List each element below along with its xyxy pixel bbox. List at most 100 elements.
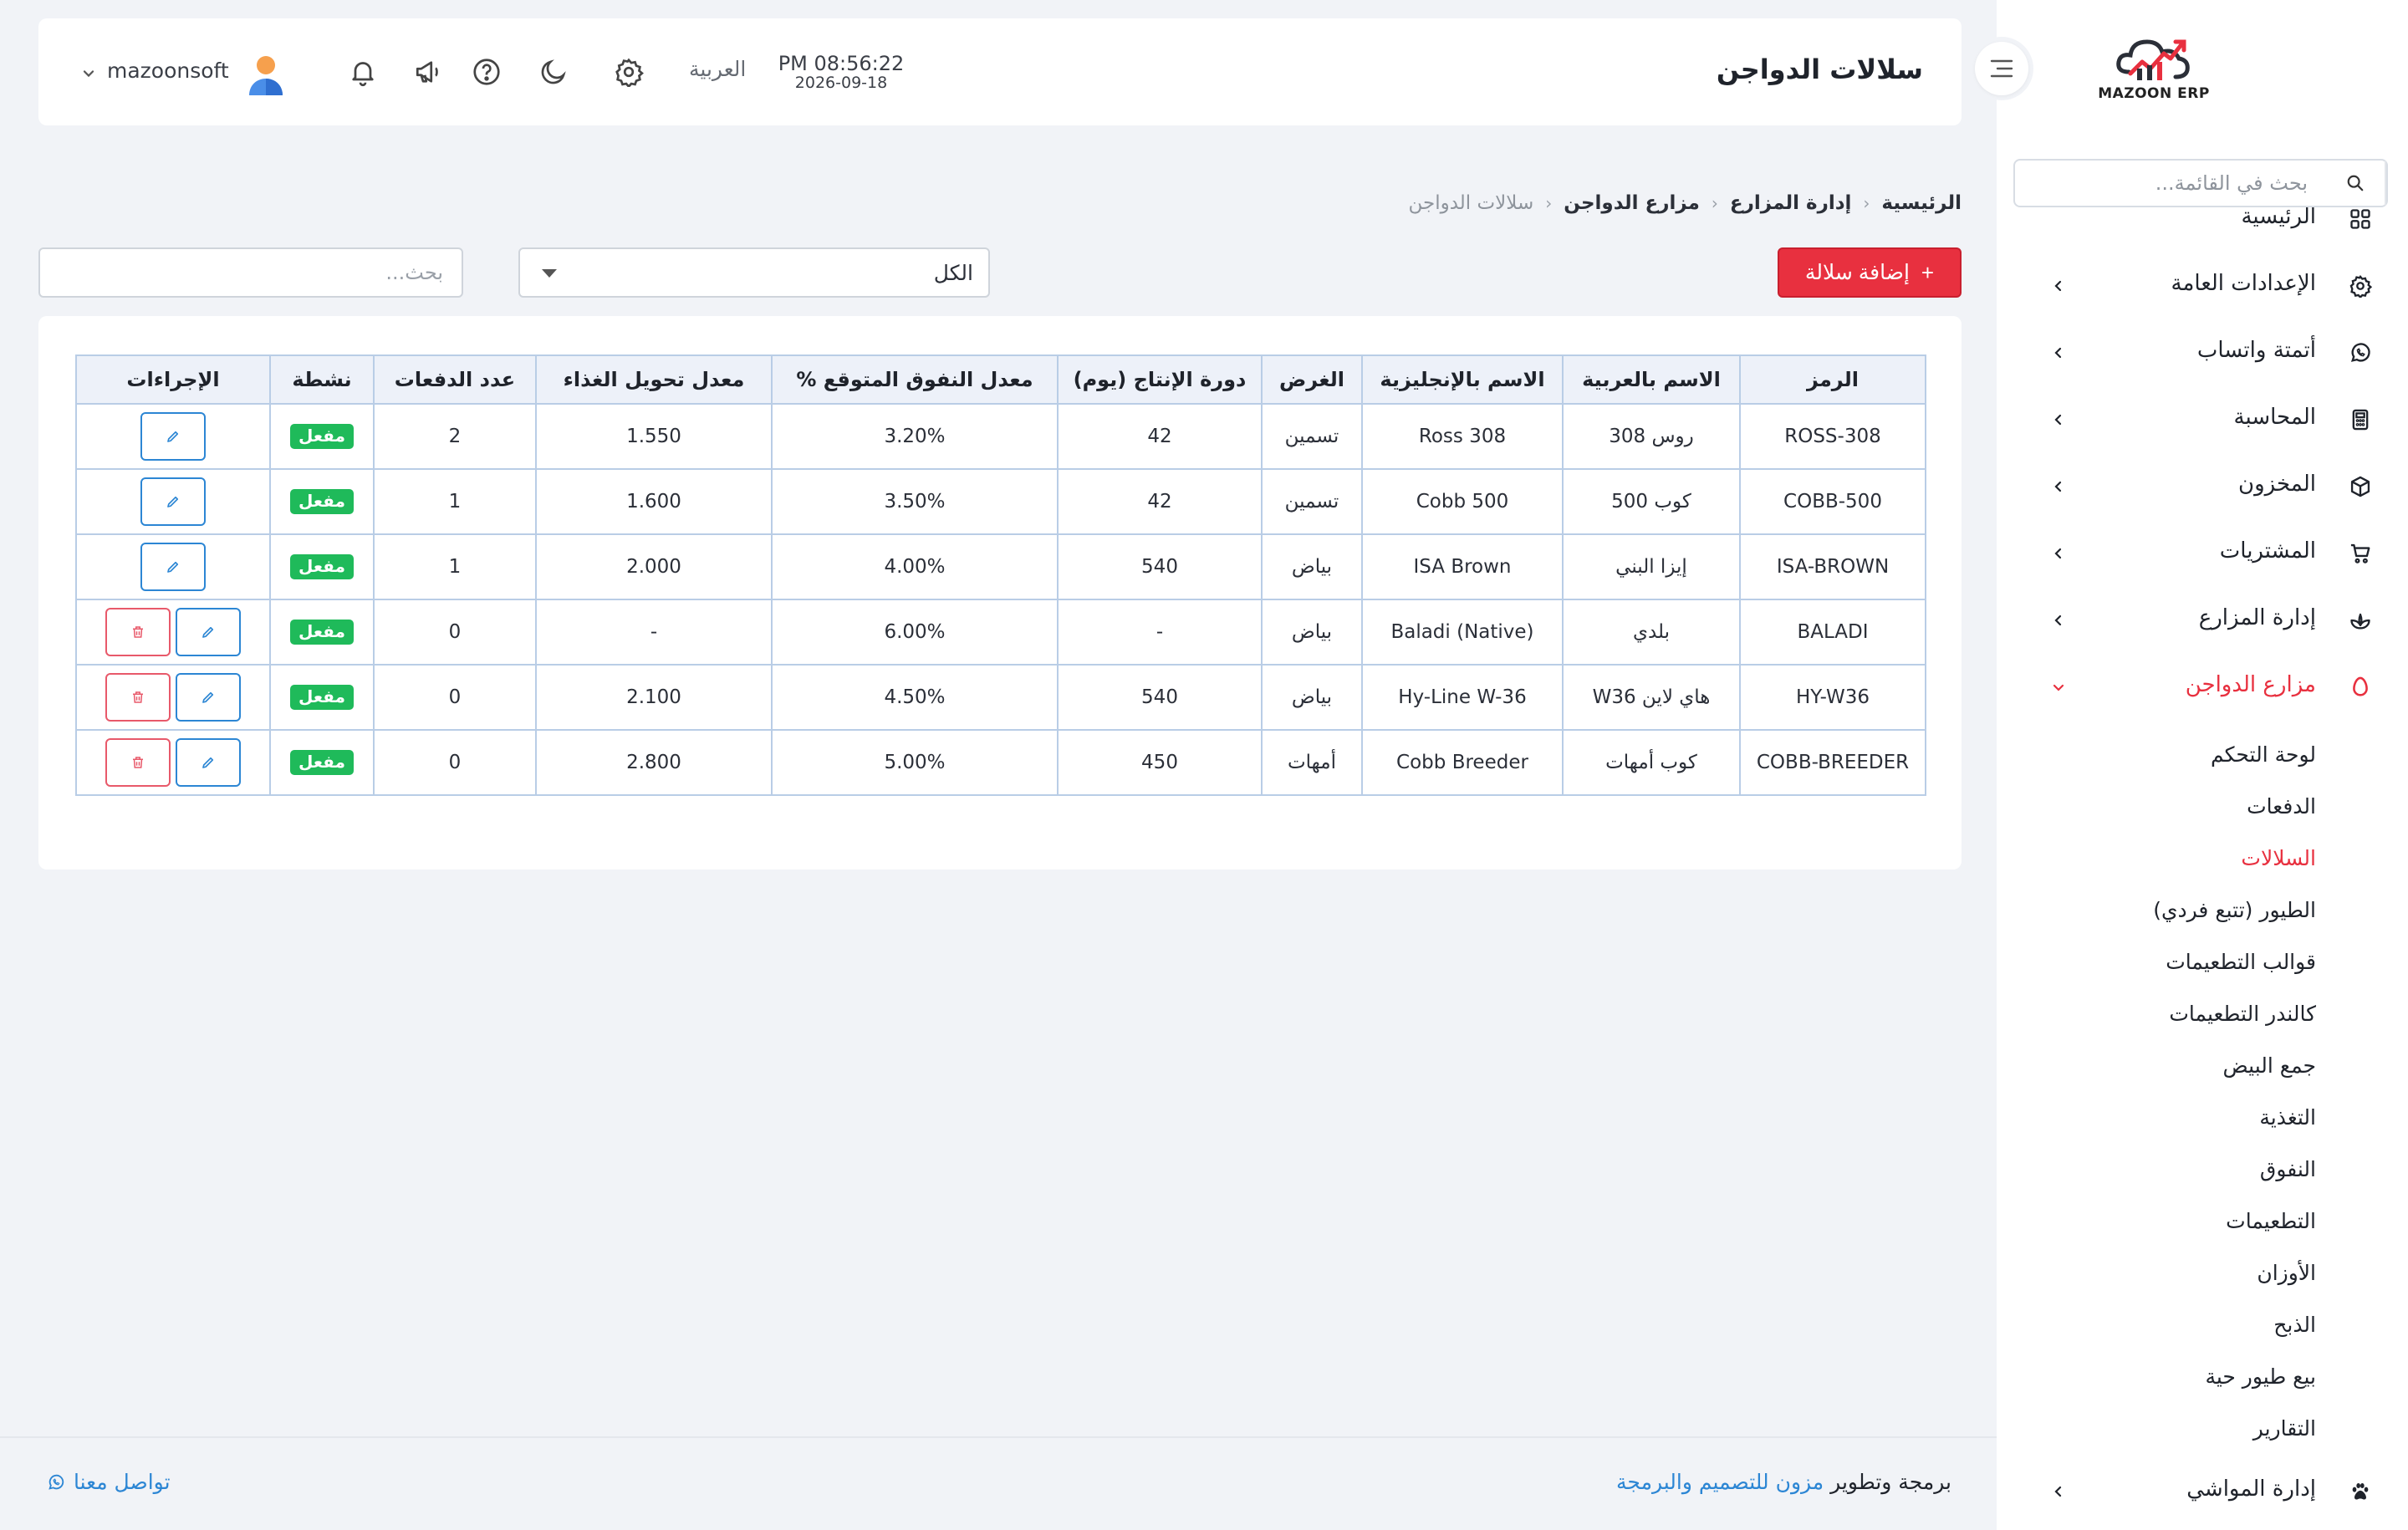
cell-batches: 1 — [373, 468, 537, 535]
chevron-down-icon — [2048, 677, 2069, 697]
chevron-left-icon — [2048, 343, 2069, 363]
notifications-bell-icon[interactable] — [346, 55, 380, 89]
cell-cycle: - — [1057, 599, 1263, 666]
column-header[interactable]: دورة الإنتاج (يوم) — [1057, 354, 1263, 405]
pencil-icon — [166, 429, 181, 444]
sidebar-item-livestock[interactable]: إدارة المواشي — [1997, 1461, 2408, 1507]
user-avatar[interactable] — [246, 54, 286, 97]
cell-code[interactable]: COBB-500 — [1739, 468, 1926, 535]
subitem-mortality[interactable]: النفوق — [2260, 1157, 2316, 1181]
subitem-egg-collection[interactable]: جمع البيض — [2223, 1053, 2316, 1078]
subitem-batches[interactable]: الدفعات — [2247, 794, 2316, 819]
delete-button[interactable] — [105, 608, 171, 656]
edit-button[interactable] — [140, 477, 206, 526]
sidebar-item-poultry-farms[interactable]: مزارع الدواجن — [1997, 657, 2408, 717]
footer-divider — [0, 1436, 1997, 1438]
table-search-input[interactable] — [38, 247, 463, 298]
edit-button[interactable] — [140, 543, 206, 591]
sidebar-item-general-settings[interactable]: الإعدادات العامة — [1997, 256, 2408, 316]
cell-code[interactable]: HY-W36 — [1739, 664, 1926, 731]
subitem-weights[interactable]: الأوزان — [2257, 1261, 2316, 1285]
cell-name-ar: كوب أمهات — [1562, 729, 1741, 796]
cell-fcr: 2.100 — [535, 664, 773, 731]
add-breed-label: إضافة سلالة — [1804, 261, 1910, 284]
subitem-birds-tracking[interactable]: الطيور (تتبع فردي) — [2153, 898, 2316, 922]
delete-button[interactable] — [105, 673, 171, 722]
cell-mortality: 4.00% — [771, 533, 1059, 600]
subitem-feeding[interactable]: التغذية — [2259, 1105, 2316, 1130]
logo-text: MAZOON ERP — [2098, 85, 2210, 102]
cell-fcr: 2.000 — [535, 533, 773, 600]
sidebar-toggle-button[interactable] — [1970, 37, 2033, 100]
cell-code[interactable]: BALADI — [1739, 599, 1926, 666]
dark-mode-moon-icon[interactable] — [537, 55, 570, 89]
clock-time: PM 08:56:22 — [778, 52, 905, 75]
subitem-reports[interactable]: التقارير — [2253, 1416, 2316, 1441]
language-switcher[interactable]: العربية — [689, 57, 746, 81]
breeds-table-card: الرمز الاسم بالعربية الاسم بالإنجليزية ا… — [38, 316, 1962, 870]
paw-icon — [2348, 1479, 2373, 1504]
column-header[interactable]: الغرض — [1261, 354, 1363, 405]
breadcrumb-current: سلالات الدواجن — [1408, 192, 1534, 214]
column-header[interactable]: معدل النفوق المتوقع % — [771, 354, 1059, 405]
trash-icon — [130, 754, 145, 771]
subitem-dashboard[interactable]: لوحة التحكم — [2211, 742, 2316, 767]
cell-actions — [75, 729, 271, 796]
breadcrumb-poultry-farms[interactable]: مزارع الدواجن — [1564, 192, 1700, 214]
cell-code[interactable]: ISA-BROWN — [1739, 533, 1926, 600]
cell-name-en: Ross 308 — [1361, 403, 1564, 470]
delete-button[interactable] — [105, 738, 171, 787]
column-header[interactable]: معدل تحويل الغذاء — [535, 354, 773, 405]
sidebar-search-input[interactable] — [2015, 161, 2326, 206]
table-row: ISA-BROWN إيزا البني ISA Brown بياض 540 4.00%… — [75, 533, 1926, 600]
sidebar-item-home[interactable]: الرئيسية — [1997, 207, 2408, 249]
column-header[interactable]: الاسم بالعربية — [1562, 354, 1741, 405]
contact-us-link[interactable]: تواصل معنا — [47, 1470, 171, 1494]
table-row: COBB-BREEDER كوب أمهات Cobb Breeder أمهات 45… — [75, 729, 1926, 796]
edit-button[interactable] — [176, 608, 241, 656]
column-header: الإجراءات — [75, 354, 271, 405]
search-icon[interactable] — [2326, 161, 2386, 206]
edit-button[interactable] — [176, 738, 241, 787]
column-header[interactable]: الاسم بالإنجليزية — [1361, 354, 1564, 405]
sidebar-item-label: مزارع الدواجن — [2185, 672, 2316, 697]
edit-button[interactable] — [176, 673, 241, 722]
subitem-live-bird-sales[interactable]: بيع طيور حية — [2205, 1364, 2316, 1389]
subitem-breeds[interactable]: السلالات — [2241, 846, 2316, 870]
cell-status: مفعل — [269, 533, 375, 600]
subitem-vaccination-templates[interactable]: قوالب التطعيمات — [2166, 950, 2316, 974]
sidebar-item-inventory[interactable]: المخزون — [1997, 456, 2408, 517]
subitem-vaccination-calendar[interactable]: كالندر التطعيمات — [2169, 1002, 2316, 1026]
settings-gear-icon[interactable] — [612, 55, 645, 89]
column-header[interactable]: الرمز — [1739, 354, 1926, 405]
sidebar-item-purchases[interactable]: المشتريات — [1997, 523, 2408, 584]
cell-code[interactable]: COBB-BREEDER — [1739, 729, 1926, 796]
brand-logo[interactable]: MAZOON ERP — [2080, 32, 2227, 115]
filter-selected-value: الكل — [933, 261, 973, 285]
subitem-vaccinations[interactable]: التطعيمات — [2226, 1209, 2316, 1233]
help-question-icon[interactable] — [470, 55, 503, 89]
sidebar-item-accounting[interactable]: المحاسبة — [1997, 390, 2408, 450]
announcement-megaphone-icon[interactable] — [411, 55, 445, 89]
column-header[interactable]: عدد الدفعات — [373, 354, 537, 405]
user-name[interactable]: mazoonsoft — [107, 59, 229, 83]
cell-mortality: 5.00% — [771, 729, 1059, 796]
table-row: HY-W36 هاي لاين W36 Hy-Line W-36 بياض 540 4.5… — [75, 664, 1926, 731]
add-breed-button[interactable]: + إضافة سلالة — [1778, 247, 1962, 298]
chevron-left-icon — [2048, 276, 2069, 296]
footer-brand-link[interactable]: مزون للتصميم والبرمجة — [1616, 1470, 1824, 1494]
edit-button[interactable] — [140, 412, 206, 461]
cell-code[interactable]: ROSS-308 — [1739, 403, 1926, 470]
sidebar-item-whatsapp-automation[interactable]: أتمتة واتساب — [1997, 323, 2408, 383]
sidebar-item-farm-management[interactable]: إدارة المزارع — [1997, 590, 2408, 650]
plus-icon: + — [1921, 259, 1935, 285]
subitem-slaughter[interactable]: الذبح — [2273, 1313, 2316, 1337]
cell-purpose: بياض — [1261, 664, 1363, 731]
chevron-down-icon[interactable] — [80, 65, 97, 82]
breadcrumb-farm-management[interactable]: إدارة المزارع — [1730, 192, 1851, 214]
sidebar-item-label: الرئيسية — [2241, 207, 2316, 229]
cell-cycle: 540 — [1057, 664, 1263, 731]
breadcrumb-home[interactable]: الرئيسية — [1881, 192, 1962, 214]
column-header[interactable]: نشطة — [269, 354, 375, 405]
status-filter-select[interactable]: الكل — [518, 247, 990, 298]
